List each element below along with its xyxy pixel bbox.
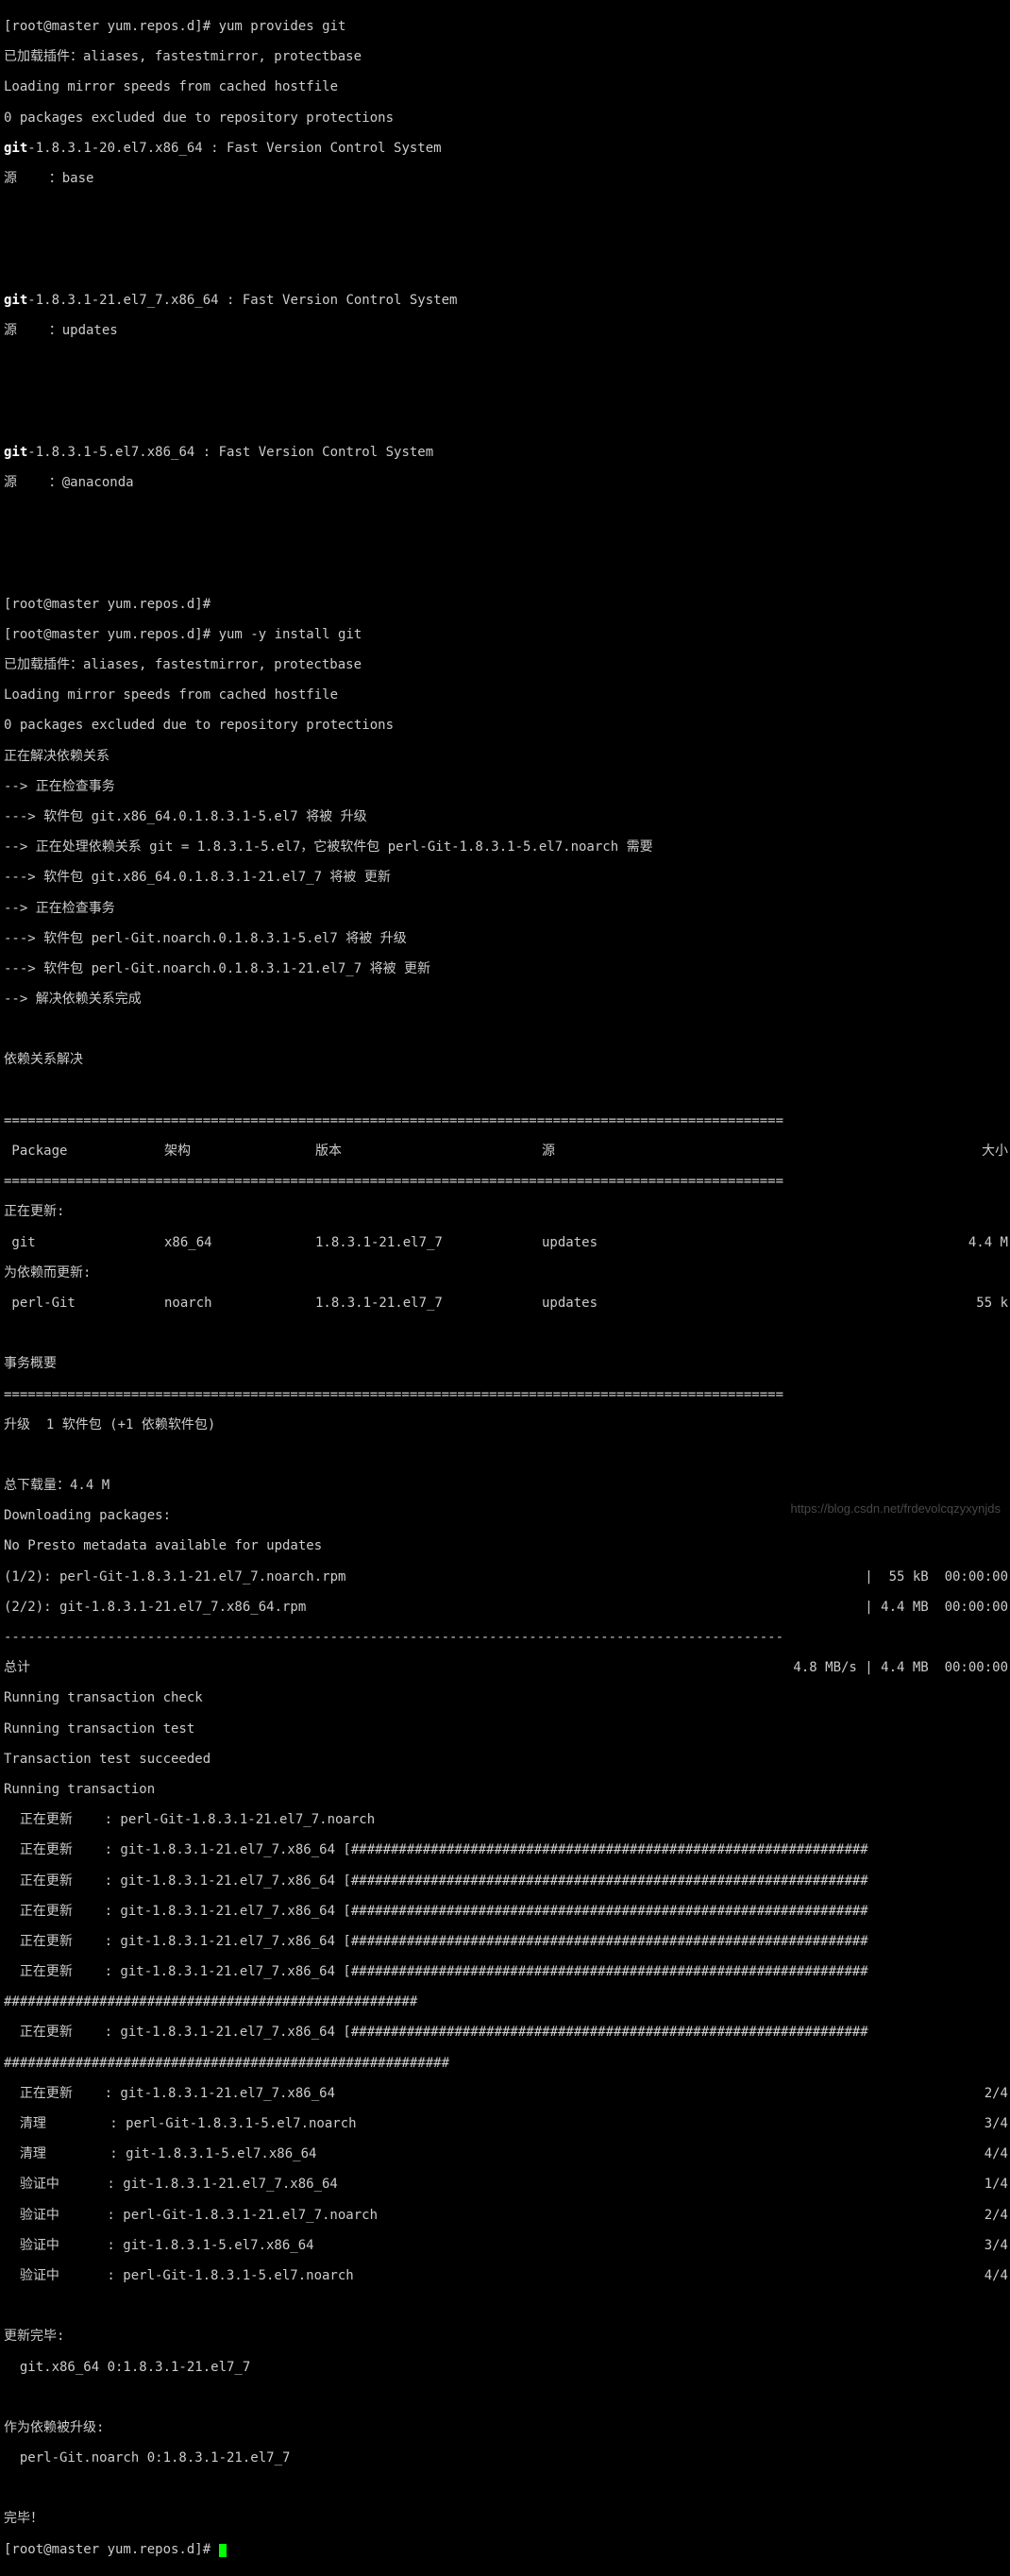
output-line: 正在更新 : git-1.8.3.1-21.el7_7.x86_64 [####… [4,1904,1008,1919]
output-line: 正在更新 : git-1.8.3.1-21.el7_7.x86_64 [####… [4,2025,1008,2040]
output-line: --> 正在检查事务 [4,901,1008,916]
output-line: 清理 : perl-Git-1.8.3.1-5.el7.noarch3/4 [4,2116,1008,2131]
table-row: perl-Gitnoarch1.8.3.1-21.el7_7updates55 … [4,1296,1008,1311]
output-line: 总下载量：4.4 M [4,1478,1008,1493]
output-line: 验证中 : perl-Git-1.8.3.1-21.el7_7.noarch2/… [4,2208,1008,2223]
output-line: 0 packages excluded due to repository pr… [4,110,1008,126]
output-line: Running transaction check [4,1690,1008,1705]
output-line: Loading mirror speeds from cached hostfi… [4,687,1008,703]
prompt-line[interactable]: [root@master yum.repos.d]# [4,2542,1008,2557]
output-line: ########################################… [4,1994,1008,2009]
output-line: 源 ：updates [4,323,1008,338]
output-line: perl-Git.noarch 0:1.8.3.1-21.el7_7 [4,2450,1008,2466]
divider: ========================================… [4,1387,1008,1402]
output-line: ---> 软件包 git.x86_64.0.1.8.3.1-21.el7_7 将… [4,870,1008,885]
output-line: 依赖关系解决 [4,1052,1008,1067]
output-line: 验证中 : git-1.8.3.1-5.el7.x86_643/4 [4,2238,1008,2253]
output-line: --> 解决依赖关系完成 [4,991,1008,1007]
prompt-line: [root@master yum.repos.d]# [4,597,1008,612]
output-line: Running transaction test [4,1721,1008,1737]
terminal-output[interactable]: [root@master yum.repos.d]# yum provides … [0,0,1010,2576]
output-line: 升级 1 软件包 (+1 依赖软件包) [4,1417,1008,1432]
output-line: 源 ：base [4,171,1008,186]
divider: ========================================… [4,1113,1008,1128]
output-line: 正在更新 : perl-Git-1.8.3.1-21.el7_7.noarch [4,1812,1008,1827]
output-line: git.x86_64 0:1.8.3.1-21.el7_7 [4,2360,1008,2375]
prompt-line: [root@master yum.repos.d]# yum -y instal… [4,627,1008,642]
output-line: (1/2): perl-Git-1.8.3.1-21.el7_7.noarch.… [4,1569,1008,1585]
output-line: 事务概要 [4,1356,1008,1371]
output-line: ########################################… [4,2056,1008,2071]
output-line: 完毕！ [4,2511,1008,2526]
output-line: 更新完毕: [4,2329,1008,2344]
output-line: 正在解决依赖关系 [4,749,1008,764]
output-line: --> 正在检查事务 [4,779,1008,794]
output-line: 0 packages excluded due to repository pr… [4,718,1008,733]
output-line: 为依赖而更新: [4,1265,1008,1280]
divider: ========================================… [4,1174,1008,1189]
output-line: 已加载插件：aliases, fastestmirror, protectbas… [4,49,1008,64]
output-line: (2/2): git-1.8.3.1-21.el7_7.x86_64.rpm| … [4,1600,1008,1615]
output-line: 正在更新 : git-1.8.3.1-21.el7_7.x86_64 [####… [4,1842,1008,1857]
output-line: ---> 软件包 perl-Git.noarch.0.1.8.3.1-5.el7… [4,931,1008,946]
table-row: gitx86_641.8.3.1-21.el7_7updates4.4 M [4,1235,1008,1250]
output-line: --> 正在处理依赖关系 git = 1.8.3.1-5.el7，它被软件包 p… [4,839,1008,855]
prompt-line: [root@master yum.repos.d]# yum provides … [4,19,1008,34]
output-line: 总计4.8 MB/s | 4.4 MB 00:00:00 [4,1660,1008,1675]
output-line: 源 ：@anaconda [4,475,1008,490]
output-line: 正在更新 : git-1.8.3.1-21.el7_7.x86_64 [####… [4,1964,1008,1979]
output-line: No Presto metadata available for updates [4,1538,1008,1553]
output-line: 作为依赖被升级: [4,2420,1008,2435]
output-line: 正在更新 : git-1.8.3.1-21.el7_7.x86_64 [####… [4,1934,1008,1949]
output-line: 正在更新 : git-1.8.3.1-21.el7_7.x86_64 [####… [4,1873,1008,1889]
divider: ----------------------------------------… [4,1630,1008,1645]
output-line: 验证中 : git-1.8.3.1-21.el7_7.x86_641/4 [4,2177,1008,2192]
output-line: ---> 软件包 git.x86_64.0.1.8.3.1-5.el7 将被 升… [4,809,1008,824]
output-line: 验证中 : perl-Git-1.8.3.1-5.el7.noarch4/4 [4,2268,1008,2283]
output-line: git-1.8.3.1-20.el7.x86_64 : Fast Version… [4,141,1008,156]
cursor-icon [219,2544,227,2557]
output-line: git-1.8.3.1-21.el7_7.x86_64 : Fast Versi… [4,293,1008,308]
output-line: 清理 : git-1.8.3.1-5.el7.x86_644/4 [4,2146,1008,2161]
output-line: 已加载插件：aliases, fastestmirror, protectbas… [4,657,1008,672]
output-line: 正在更新: [4,1204,1008,1219]
output-line: ---> 软件包 perl-Git.noarch.0.1.8.3.1-21.el… [4,961,1008,976]
output-line: Running transaction [4,1782,1008,1797]
table-header: Package架构版本源大小 [4,1144,1008,1159]
output-line: git-1.8.3.1-5.el7.x86_64 : Fast Version … [4,445,1008,460]
watermark-text: https://blog.csdn.net/frdevolcqzyxynjds [790,1502,1001,1517]
output-line: 正在更新 : git-1.8.3.1-21.el7_7.x86_642/4 [4,2086,1008,2101]
output-line: Loading mirror speeds from cached hostfi… [4,79,1008,94]
output-line: Transaction test succeeded [4,1752,1008,1767]
